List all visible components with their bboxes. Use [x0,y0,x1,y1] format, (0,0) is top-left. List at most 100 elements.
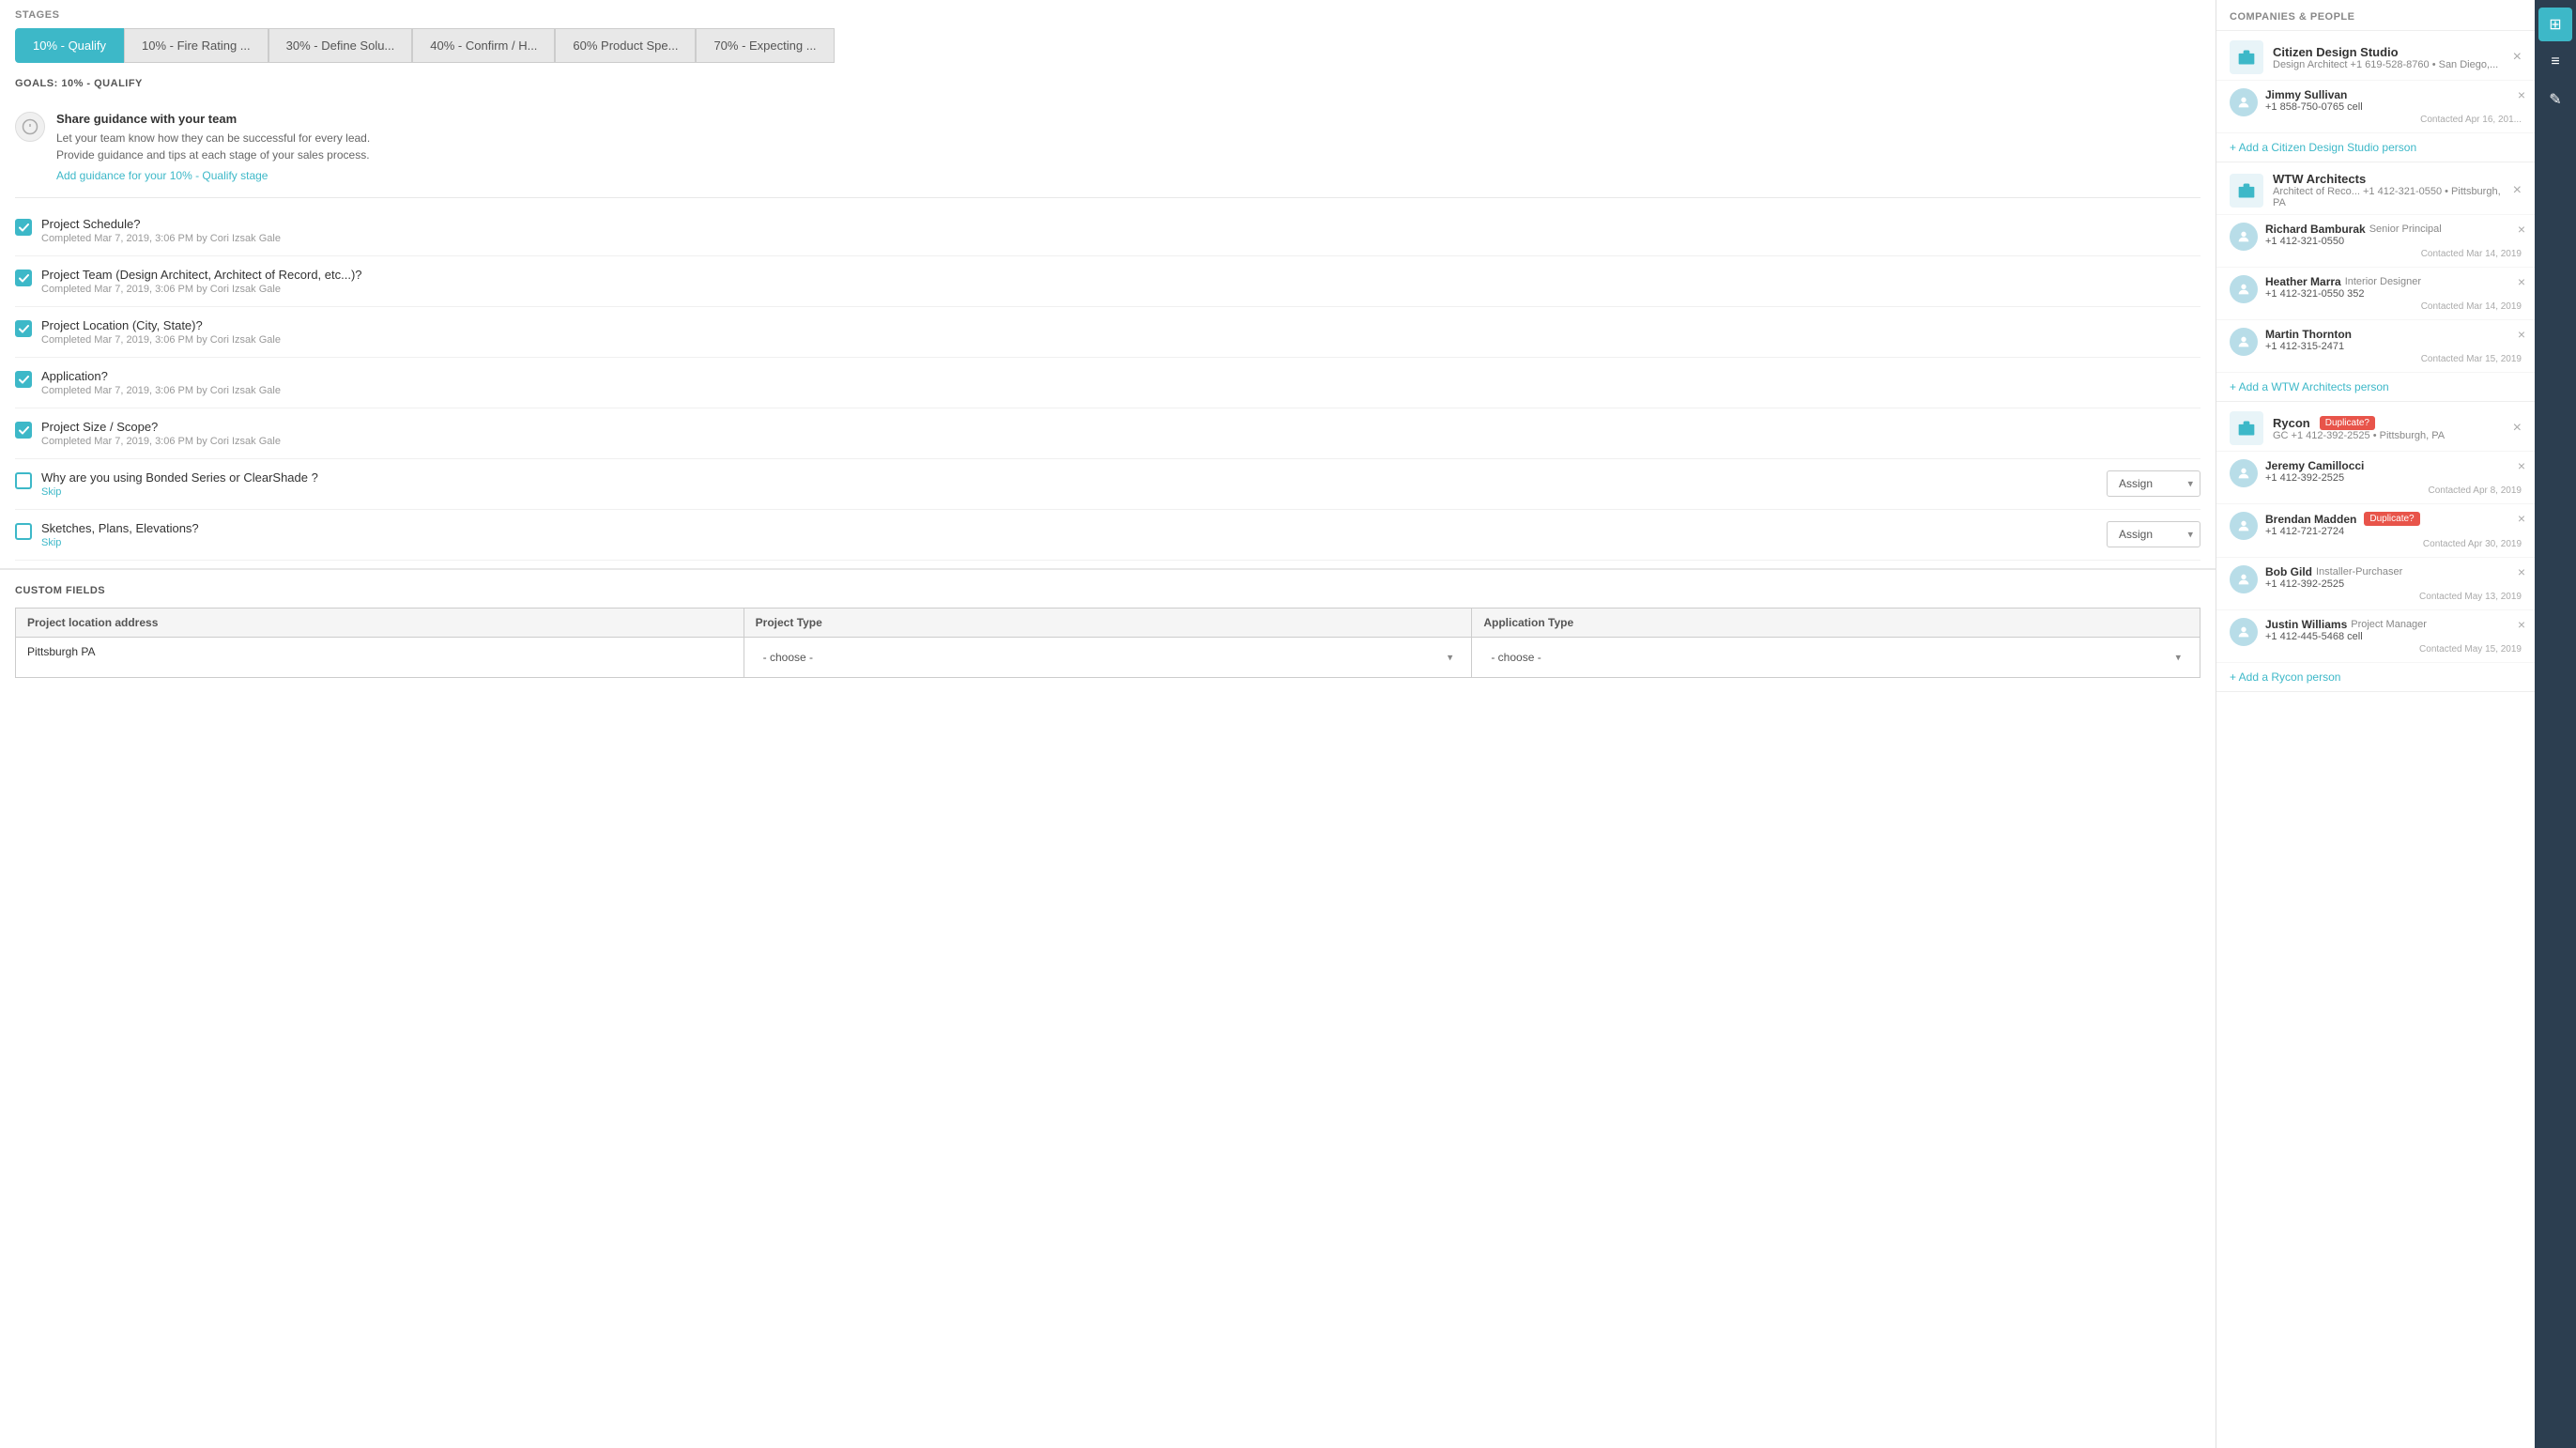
building-icon-rycon [2230,411,2263,445]
stage-tab-confirm-h[interactable]: 40% - Confirm / H... [412,28,555,63]
person-phone-bob-gild: +1 412-392-2525 [2265,578,2522,590]
stage-tab-fire-rating[interactable]: 10% - Fire Rating ... [124,28,268,63]
custom-fields-section: CUSTOM FIELDS Project location addressPr… [0,568,2216,693]
custom-fields-label: CUSTOM FIELDS [15,585,2200,596]
stage-tab-product-spe[interactable]: 60% Product Spe... [555,28,696,63]
checklist-item-meta-project-size: Completed Mar 7, 2019, 3:06 PM by Cori I… [41,436,2200,447]
checkbox-project-schedule[interactable] [15,219,32,236]
add-person-link-citizen-design[interactable]: + Add a Citizen Design Studio person [2216,132,2535,162]
custom-field-select-wrapper-application-type: - choose - [1483,645,2188,670]
person-close-martin-thornton[interactable]: × [2518,328,2525,341]
checkbox-bonded-series[interactable] [15,472,32,489]
company-sub-citizen-design: Design Architect +1 619-528-8760 • San D… [2273,59,2504,70]
assign-select-bonded-series[interactable]: Assign [2107,470,2200,497]
guidance-icon [15,112,45,142]
person-name-justin-williams: Justin Williams [2265,618,2347,631]
right-sidebar: COMPANIES & PEOPLE Citizen Design Studio… [2216,0,2535,1448]
person-role-justin-williams: Project Manager [2351,619,2427,630]
checklist: Project Schedule? Completed Mar 7, 2019, … [15,206,2200,561]
person-row-heather-marra: Heather MarraInterior Designer+1 412-321… [2216,267,2535,319]
checkbox-project-location[interactable] [15,320,32,337]
person-close-brendan-madden[interactable]: × [2518,512,2525,525]
company-header-wtw-architects: WTW ArchitectsArchitect of Reco... +1 41… [2216,162,2535,214]
skip-bonded-series[interactable]: Skip [41,486,2097,498]
person-name-heather-marra: Heather Marra [2265,275,2341,288]
custom-field-header-application-type: Application Type [1472,608,2200,638]
person-phone-heather-marra: +1 412-321-0550 352 [2265,288,2522,300]
guidance-title: Share guidance with your team [56,112,370,126]
custom-field-select-project-type[interactable]: - choose - [756,645,1461,670]
person-close-justin-williams[interactable]: × [2518,618,2525,631]
person-avatar-heather-marra [2230,275,2258,303]
person-close-jeremy-camillocci[interactable]: × [2518,459,2525,472]
checklist-item-label-project-team: Project Team (Design Architect, Architec… [41,268,2200,282]
checklist-item-meta-application: Completed Mar 7, 2019, 3:06 PM by Cori I… [41,385,2200,396]
list-icon[interactable]: ≡ [2538,45,2572,79]
person-avatar-justin-williams [2230,618,2258,646]
skip-sketches[interactable]: Skip [41,537,2097,548]
person-name-richard-bamburak: Richard Bamburak [2265,223,2366,236]
checklist-item-label-project-location: Project Location (City, State)? [41,318,2200,332]
person-name-martin-thornton: Martin Thornton [2265,328,2352,341]
person-close-jimmy-sullivan[interactable]: × [2518,88,2525,101]
checklist-item-application: Application? Completed Mar 7, 2019, 3:06 … [15,358,2200,408]
far-right-bar: ⊞ ≡ ✎ [2535,0,2576,1448]
person-avatar-brendan-madden [2230,512,2258,540]
custom-field-input-project-location-address[interactable] [27,645,732,658]
person-role-richard-bamburak: Senior Principal [2369,223,2442,235]
custom-field-project-type: Project Type - choose - [744,608,1473,677]
company-sub-rycon: GC +1 412-392-2525 • Pittsburgh, PA [2273,430,2504,441]
custom-field-header-project-type: Project Type [744,608,1472,638]
person-role-bob-gild: Installer-Purchaser [2316,566,2402,578]
person-close-heather-marra[interactable]: × [2518,275,2525,288]
person-avatar-martin-thornton [2230,328,2258,356]
checklist-item-project-schedule: Project Schedule?Completed Mar 7, 2019, … [15,206,2200,256]
company-card-wtw-architects: WTW ArchitectsArchitect of Reco... +1 41… [2216,162,2535,402]
duplicate-badge-rycon: Duplicate? [2320,416,2375,430]
checkbox-sketches[interactable] [15,523,32,540]
main-content: STAGES 10% - Qualify10% - Fire Rating ..… [0,0,2216,1448]
stage-tab-expecting[interactable]: 70% - Expecting ... [696,28,834,63]
custom-field-project-location-address: Project location address [16,608,744,677]
stages-tabs: 10% - Qualify10% - Fire Rating ...30% - … [15,28,2200,63]
checklist-item-label-application: Application? [41,369,2200,383]
checklist-item-label-bonded-series: Why are you using Bonded Series or Clear… [41,470,2097,485]
add-person-link-rycon[interactable]: + Add a Rycon person [2216,662,2535,691]
person-row-brendan-madden: Brendan MaddenDuplicate?+1 412-721-2724C… [2216,503,2535,557]
add-person-link-wtw-architects[interactable]: + Add a WTW Architects person [2216,372,2535,401]
company-card-citizen-design: Citizen Design StudioDesign Architect +1… [2216,31,2535,162]
custom-field-select-wrapper-project-type: - choose - [756,645,1461,670]
person-avatar-jeremy-camillocci [2230,459,2258,487]
custom-field-select-application-type[interactable]: - choose - [1483,645,2188,670]
edit-icon[interactable]: ✎ [2538,83,2572,116]
checkbox-project-size[interactable] [15,422,32,439]
sidebar-title: COMPANIES & PEOPLE [2216,0,2535,31]
company-close-rycon[interactable]: × [2513,421,2522,436]
checkbox-project-team[interactable] [15,270,32,286]
checklist-item-meta-project-location: Completed Mar 7, 2019, 3:06 PM by Cori I… [41,334,2200,346]
person-contacted-brendan-madden: Contacted Apr 30, 2019 [2265,539,2522,549]
grid-icon[interactable]: ⊞ [2538,8,2572,41]
guidance-link[interactable]: Add guidance for your 10% - Qualify stag… [56,169,370,182]
stage-tab-define-solu[interactable]: 30% - Define Solu... [268,28,413,63]
goals-section: GOALS: 10% - QUALIFY Share guidance with… [0,63,2216,561]
company-close-wtw-architects[interactable]: × [2513,183,2522,198]
person-avatar-bob-gild [2230,565,2258,593]
assign-wrapper-sketches: Assign [2107,521,2200,547]
checklist-item-bonded-series: Why are you using Bonded Series or Clear… [15,459,2200,510]
stages-section: STAGES 10% - Qualify10% - Fire Rating ..… [0,0,2216,63]
company-close-citizen-design[interactable]: × [2513,50,2522,65]
person-name-bob-gild: Bob Gild [2265,565,2312,578]
assign-select-sketches[interactable]: Assign [2107,521,2200,547]
checklist-item-project-size: Project Size / Scope?Completed Mar 7, 20… [15,408,2200,459]
building-icon-citizen-design [2230,40,2263,74]
stage-tab-qualify[interactable]: 10% - Qualify [15,28,124,63]
company-name-wtw-architects: WTW Architects [2273,172,2366,186]
checklist-item-label-project-schedule: Project Schedule? [41,217,2200,231]
person-close-bob-gild[interactable]: × [2518,565,2525,578]
stages-label: STAGES [15,9,2200,21]
person-close-richard-bamburak[interactable]: × [2518,223,2525,236]
checkbox-application[interactable] [15,371,32,388]
person-row-martin-thornton: Martin Thornton+1 412-315-2471Contacted … [2216,319,2535,372]
checklist-item-project-team: Project Team (Design Architect, Architec… [15,256,2200,307]
